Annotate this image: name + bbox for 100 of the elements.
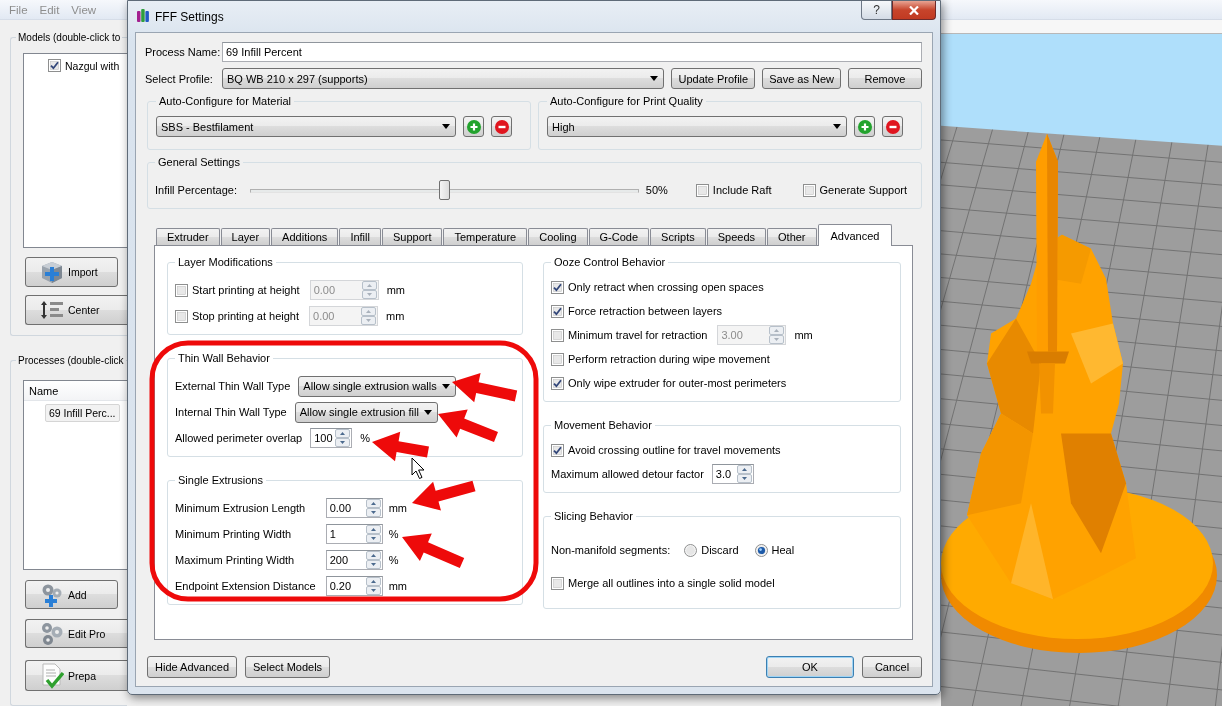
checkbox[interactable] (551, 376, 564, 390)
minus-icon (885, 119, 900, 134)
remove-button[interactable] (491, 116, 512, 137)
checkbox-label: Stop printing at height (192, 310, 300, 322)
close-button[interactable] (892, 1, 936, 20)
slider-thumb[interactable] (439, 180, 451, 200)
tab[interactable]: Extruder (156, 228, 220, 245)
spin-box[interactable]: 200 (325, 550, 383, 570)
tab[interactable]: Layer (220, 228, 271, 245)
tab[interactable]: Infill (339, 228, 381, 245)
slider-label: Infill Percentage: (155, 184, 238, 196)
push-button[interactable]: Cancel (862, 656, 922, 678)
unit-label: mm (388, 502, 407, 514)
spin-arrows-icon[interactable] (365, 577, 381, 595)
field-label: Allowed perimeter overlap (175, 432, 303, 444)
spin-arrows-icon[interactable] (736, 465, 752, 483)
close-icon (909, 5, 919, 15)
unit-label: mm (386, 310, 405, 322)
help-button[interactable]: ? (861, 1, 892, 20)
push-button[interactable]: Update Profile (671, 68, 756, 89)
spin-box[interactable]: 1 (325, 524, 383, 544)
radio-button[interactable] (754, 543, 768, 557)
caret-icon (442, 124, 450, 129)
caret-icon (423, 409, 432, 415)
panel-button[interactable]: Add (25, 580, 118, 609)
tab[interactable]: Additions (271, 228, 339, 245)
checkbox-label: Perform retraction during wipe movement (568, 353, 770, 365)
tab[interactable]: Scripts (650, 228, 706, 245)
checkbox[interactable] (551, 304, 564, 318)
minus-icon (494, 119, 509, 134)
push-button[interactable]: Select Models (245, 656, 331, 678)
panel-button[interactable]: Center (25, 295, 127, 325)
unit-label: mm (388, 580, 407, 592)
tab[interactable]: Support (381, 228, 443, 245)
radio-button[interactable] (684, 543, 698, 557)
caret-icon (833, 124, 841, 129)
unit-label: % (388, 554, 400, 566)
slider-track[interactable] (250, 180, 639, 200)
dropdown[interactable]: Allow single extrusion walls (298, 375, 456, 397)
push-button[interactable]: Remove (848, 68, 922, 89)
group-title: Ooze Control Behavior (553, 256, 667, 268)
checkbox-label: Merge all outlines into a single solid model (568, 577, 775, 589)
group-title: Auto-Configure for Material (158, 95, 293, 107)
tab[interactable]: Other (767, 228, 817, 245)
checkbox[interactable] (551, 576, 564, 590)
gears-icon (40, 621, 64, 646)
checkbox-label: Start printing at height (192, 284, 300, 296)
push-button[interactable]: Hide Advanced (147, 656, 237, 678)
push-button[interactable]: Save as New (762, 68, 841, 89)
caret-icon (650, 76, 659, 81)
dropdown[interactable]: SBS - Bestfilament (156, 116, 456, 137)
spin-box[interactable]: 0.00 (325, 498, 383, 518)
tab[interactable]: Speeds (706, 228, 766, 245)
document-check-icon (40, 662, 64, 689)
annotation-arrow (402, 533, 465, 568)
group-title: General Settings (157, 156, 241, 168)
panel-button[interactable]: Edit Pro (25, 619, 127, 648)
field-label: Maximum allowed detour factor (551, 468, 704, 480)
unit-label: % (360, 432, 370, 444)
checkbox[interactable] (551, 280, 564, 294)
dropdown[interactable]: BQ WB 210 x 297 (supports) (222, 68, 665, 89)
window-title: FFF Settings (155, 10, 224, 24)
spin-arrows-icon[interactable] (365, 551, 381, 569)
spin-box[interactable]: 100 (310, 428, 353, 448)
radio-label: Heal (771, 544, 795, 556)
push-button[interactable]: OK (766, 656, 854, 678)
checkbox[interactable] (802, 183, 816, 197)
spin-box[interactable]: 0.20 (325, 576, 383, 596)
spin-arrows-icon[interactable] (335, 429, 351, 447)
checkbox[interactable] (48, 59, 61, 72)
field-label: Non-manifold segments: (551, 544, 671, 556)
tab[interactable]: Advanced (817, 224, 893, 246)
spin-box[interactable]: 3.0 (711, 464, 754, 484)
checkbox[interactable] (695, 183, 709, 197)
add-button[interactable] (463, 116, 484, 137)
panel-button[interactable]: Prepa (25, 660, 127, 691)
unit-label: % (388, 528, 400, 540)
radio-label: Discard (701, 544, 739, 556)
group-title: Auto-Configure for Print Quality (549, 95, 704, 107)
panel-button[interactable]: Import (25, 257, 118, 287)
text-field[interactable]: 69 Infill Percent (222, 42, 922, 62)
plus-icon (466, 119, 481, 134)
field-label: Minimum Printing Width (175, 528, 293, 540)
checkbox[interactable] (551, 352, 564, 366)
checkbox[interactable] (551, 443, 564, 457)
annotation-arrow (438, 409, 498, 443)
remove-button[interactable] (882, 116, 903, 137)
tab[interactable]: Temperature (443, 228, 528, 245)
spin-arrows-icon[interactable] (365, 525, 381, 543)
spin-arrows-icon[interactable] (365, 499, 381, 517)
group-title: Movement Behavior (553, 419, 653, 431)
tab[interactable]: Cooling (528, 228, 588, 245)
add-button[interactable] (854, 116, 875, 137)
group-title: Single Extrusions (177, 474, 264, 486)
dropdown[interactable]: Allow single extrusion fill (294, 401, 438, 423)
list-item[interactable]: Nazgul with (65, 59, 120, 72)
tab[interactable]: G-Code (588, 228, 650, 245)
cube-plus-icon (40, 260, 64, 284)
dropdown[interactable]: High (547, 116, 847, 137)
list-item[interactable]: 69 Infill Perc... (45, 404, 120, 422)
